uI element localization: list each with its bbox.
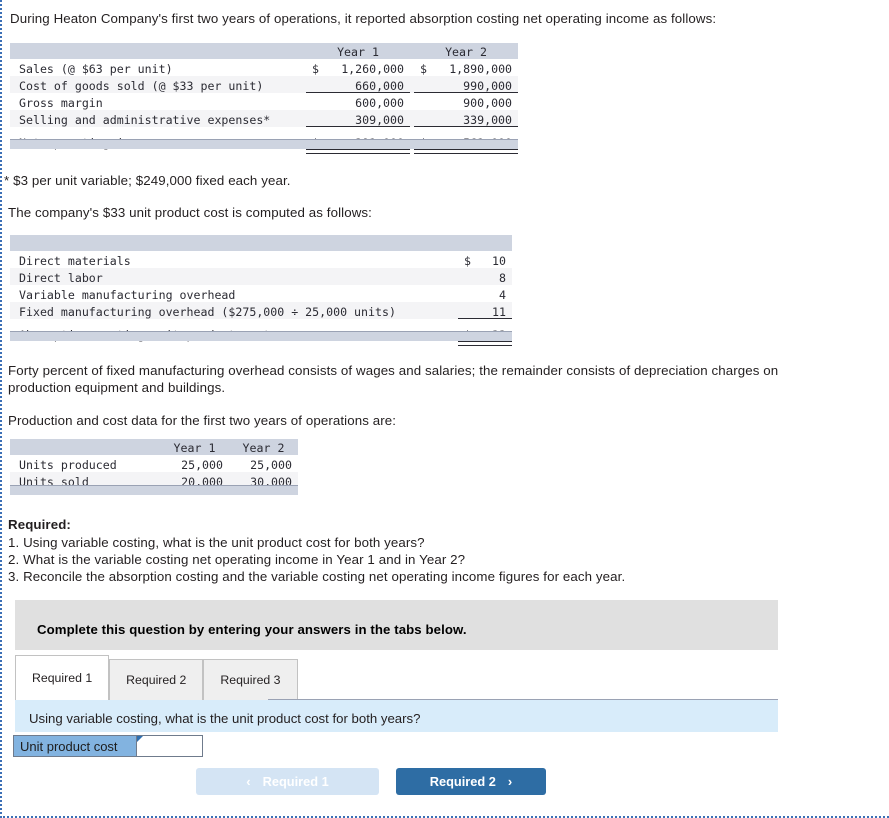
row-value: 10 bbox=[476, 251, 512, 268]
header-year-1: Year 1 bbox=[160, 439, 229, 455]
table-footer-bar bbox=[10, 139, 518, 149]
required-title: Required: bbox=[8, 517, 71, 532]
chevron-left-icon: ‹ bbox=[246, 774, 251, 789]
header-year-1: Year 1 bbox=[306, 43, 411, 59]
tab-label: Required 1 bbox=[32, 671, 93, 685]
intro-paragraph-1: During Heaton Company's first two years … bbox=[10, 11, 717, 26]
absorption-unit-cost-table: Direct materials $ 10 Direct labor 8 Var… bbox=[10, 235, 512, 346]
row-currency bbox=[306, 76, 322, 93]
required-item-1: 1. Using variable costing, what is the u… bbox=[8, 535, 425, 550]
table-row: Fixed manufacturing overhead ($275,000 ÷… bbox=[10, 302, 512, 319]
row-label: Sales (@ $63 per unit) bbox=[10, 59, 306, 76]
question-bar: Using variable costing, what is the unit… bbox=[15, 700, 778, 732]
tab-label: Required 3 bbox=[220, 673, 281, 687]
table-header-row: Year 1 Year 2 bbox=[10, 439, 298, 455]
row-label: Direct labor bbox=[10, 268, 458, 285]
row-currency bbox=[414, 93, 431, 110]
table-row: Direct materials $ 10 bbox=[10, 251, 512, 268]
table-row: Sales (@ $63 per unit) $ 1,260,000 $ 1,8… bbox=[10, 59, 519, 76]
row-label: Gross margin bbox=[10, 93, 306, 110]
required-item-3: 3. Reconcile the absorption costing and … bbox=[8, 569, 626, 584]
table-row: Selling and administrative expenses* 309… bbox=[10, 110, 519, 127]
prev-button-label: Required 1 bbox=[262, 774, 329, 789]
table-row: Variable manufacturing overhead 4 bbox=[10, 285, 512, 302]
row-label: Direct materials bbox=[10, 251, 458, 268]
next-requirement-button[interactable]: Required 2 › bbox=[396, 768, 546, 795]
row-currency bbox=[458, 268, 476, 285]
tab-label: Required 2 bbox=[126, 673, 187, 687]
row-currency bbox=[306, 93, 322, 110]
unit-product-cost-label: Unit product cost bbox=[14, 736, 137, 756]
row-value-year2: 900,000 bbox=[430, 93, 519, 110]
intro-paragraph-3-line1: Forty percent of fixed manufacturing ove… bbox=[8, 363, 779, 378]
row-value-year2: 1,890,000 bbox=[430, 59, 519, 76]
row-currency bbox=[414, 110, 431, 127]
row-value: 4 bbox=[476, 285, 512, 302]
row-value-year1: 1,260,000 bbox=[322, 59, 411, 76]
instruction-text: Complete this question by entering your … bbox=[37, 622, 467, 637]
row-currency bbox=[306, 110, 322, 127]
chevron-right-icon: › bbox=[507, 774, 513, 789]
row-value-year1: 25,000 bbox=[160, 455, 229, 472]
intro-paragraph-4: Production and cost data for the first t… bbox=[8, 413, 397, 428]
row-currency bbox=[414, 76, 431, 93]
row-value-year2: 990,000 bbox=[430, 76, 519, 93]
unit-product-cost-input[interactable] bbox=[137, 736, 199, 756]
production-data-table: Year 1 Year 2 Units produced 25,000 25,0… bbox=[10, 439, 298, 489]
row-label: Selling and administrative expenses* bbox=[10, 110, 306, 127]
row-label: Cost of goods sold (@ $33 per unit) bbox=[10, 76, 306, 93]
row-value-year1: 600,000 bbox=[322, 93, 411, 110]
intro-paragraph-3-line2: production equipment and buildings. bbox=[8, 380, 226, 395]
row-value-year1: 660,000 bbox=[322, 76, 411, 93]
table-row: Direct labor 8 bbox=[10, 268, 512, 285]
table-header-row: Year 1 Year 2 bbox=[10, 43, 519, 59]
footnote-variable-fixed: * $3 per unit variable; $249,000 fixed e… bbox=[4, 173, 291, 188]
next-button-label: Required 2 bbox=[429, 774, 496, 789]
header-blank bbox=[10, 439, 160, 455]
table-footer-bar bbox=[10, 331, 512, 341]
row-currency: $ bbox=[306, 59, 322, 76]
row-label: Fixed manufacturing overhead ($275,000 ÷… bbox=[10, 302, 458, 319]
tab-required-2[interactable]: Required 2 bbox=[109, 659, 204, 700]
unit-product-cost-row: Unit product cost bbox=[13, 735, 203, 757]
header-blank bbox=[10, 43, 306, 59]
header-year-2: Year 2 bbox=[414, 43, 519, 59]
absorption-income-table: Year 1 Year 2 Sales (@ $63 per unit) $ 1… bbox=[10, 43, 519, 154]
row-value-year2: 25,000 bbox=[229, 455, 298, 472]
row-currency bbox=[458, 302, 476, 319]
table-row: Cost of goods sold (@ $33 per unit) 660,… bbox=[10, 76, 519, 93]
table-row: Units produced 25,000 25,000 bbox=[10, 455, 298, 472]
header-blank-value bbox=[458, 235, 512, 251]
cell-corner-marker-icon bbox=[137, 736, 143, 742]
row-value-year2: 339,000 bbox=[430, 110, 519, 127]
row-value-year1: 309,000 bbox=[322, 110, 411, 127]
requirement-tabs: Required 1 Required 2 Required 3 bbox=[15, 655, 778, 700]
question-text: Using variable costing, what is the unit… bbox=[29, 711, 421, 726]
row-label: Variable manufacturing overhead bbox=[10, 285, 458, 302]
row-value: 8 bbox=[476, 268, 512, 285]
question-page: During Heaton Company's first two years … bbox=[0, 0, 889, 818]
tab-required-3[interactable]: Required 3 bbox=[203, 659, 298, 700]
intro-paragraph-2: The company's $33 unit product cost is c… bbox=[8, 205, 372, 220]
instruction-banner: Complete this question by entering your … bbox=[15, 600, 778, 650]
row-currency: $ bbox=[414, 59, 431, 76]
required-item-2: 2. What is the variable costing net oper… bbox=[8, 552, 466, 567]
table-row: Gross margin 600,000 900,000 bbox=[10, 93, 519, 110]
row-currency: $ bbox=[458, 251, 476, 268]
tab-required-1[interactable]: Required 1 bbox=[15, 655, 110, 700]
row-currency bbox=[458, 285, 476, 302]
table-header-row bbox=[10, 235, 512, 251]
table-footer-bar bbox=[10, 485, 298, 495]
header-blank bbox=[10, 235, 458, 251]
previous-requirement-button[interactable]: ‹ Required 1 bbox=[196, 768, 379, 795]
row-label: Units produced bbox=[10, 455, 160, 472]
header-year-2: Year 2 bbox=[229, 439, 298, 455]
row-value: 11 bbox=[476, 302, 512, 319]
